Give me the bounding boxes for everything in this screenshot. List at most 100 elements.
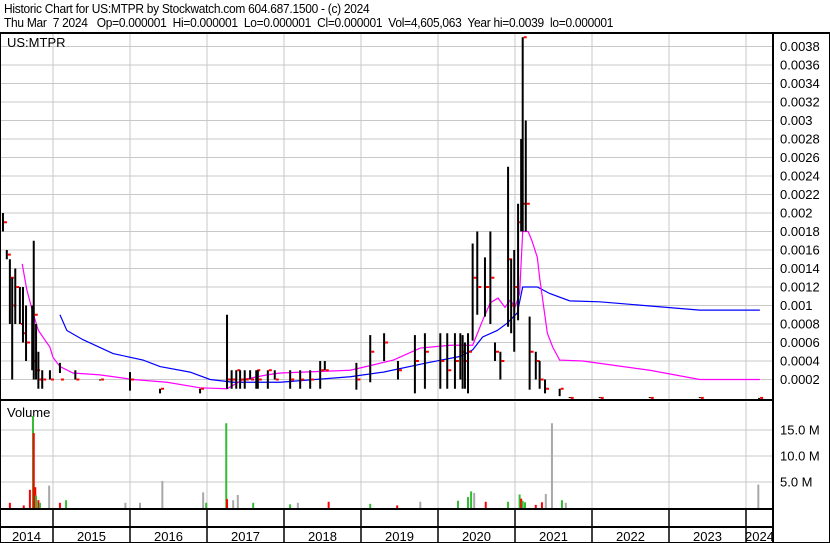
price-bar [446,333,449,389]
close-tick [415,360,419,362]
price-tick-label: 0.0012 [780,280,820,295]
price-bar [698,397,701,399]
volume-bar [369,503,372,508]
year-label: 2024 [745,529,774,543]
price-bar [299,370,302,389]
volume-tick-label: 5.0 M [780,475,813,490]
price-bar [483,257,486,317]
price-bar [319,361,322,389]
volume-bar [457,500,460,508]
close-tick [540,378,544,381]
volume-bar [139,502,142,508]
price-tick-label: 0.0028 [780,132,820,147]
price-bar [544,379,547,394]
close-tick [311,378,315,381]
price-pane-label: US:MTPR [7,35,66,50]
volume-bar [161,480,164,508]
volume-bar [8,502,11,508]
price-bar [309,370,312,389]
price-bar [266,370,269,389]
close-tick [301,378,305,381]
volume-bar [48,485,51,508]
close-tick [50,378,54,381]
close-tick [43,378,47,381]
price-bar [558,388,561,397]
price-bar [493,342,496,361]
close-tick [161,387,165,390]
volume-bar [28,489,31,508]
year-label: 2023 [693,529,722,543]
price-bar [226,314,229,389]
price-bar [461,335,464,389]
price-bar [369,335,372,383]
close-tick [473,276,477,279]
price-tick-label: 0.0036 [780,58,820,73]
year-label: 2022 [616,529,645,543]
close-tick [16,286,20,288]
volume-bar [470,491,473,508]
close-tick [241,378,245,381]
price-tick-label: 0.0002 [780,372,820,387]
price-tick-label: 0.0032 [780,95,820,110]
price-bar [534,351,537,380]
close-tick [495,350,499,353]
price-bar [58,362,61,374]
close-tick [491,276,495,279]
year-label: 2018 [308,529,337,543]
close-tick [700,396,704,399]
price-bar [396,361,399,380]
volume-bar [473,492,476,508]
price-bar [273,370,276,380]
price-bar [598,397,601,399]
price-bar [459,333,462,380]
close-tick [398,369,402,372]
volume-bar [564,502,567,508]
price-bar [507,166,510,327]
price-bar [510,259,513,334]
volume-bar [296,502,299,508]
price-bar [568,397,571,399]
close-tick [600,396,604,399]
close-tick [131,378,134,381]
close-tick [76,378,80,381]
long-moving-average-line [59,286,760,383]
volume-bar [202,492,205,508]
year-label: 2021 [539,529,568,543]
close-tick [650,396,654,399]
price-bar [235,370,238,389]
close-tick [251,378,255,381]
price-bar [48,370,51,380]
price-bar [476,231,479,315]
close-tick [60,378,64,381]
close-tick [357,378,361,381]
close-tick [3,221,7,224]
close-tick [258,378,262,381]
price-bar [517,203,520,321]
price-bar [8,259,11,324]
close-tick [570,396,574,399]
volume-bar [226,499,229,508]
close-tick [275,378,279,381]
price-bar [355,362,358,390]
price-bar [439,333,442,389]
price-tick-label: 0.0022 [780,187,820,202]
close-tick [469,350,473,353]
volume-bar [22,505,25,508]
close-tick [501,360,505,362]
volume-bar [757,484,760,508]
close-tick [448,369,452,372]
close-tick [385,341,389,344]
year-label: 2014 [12,529,41,543]
price-bar [35,324,38,380]
price-bar [489,231,492,324]
price-bar [5,250,8,260]
price-bar [467,333,470,394]
volume-bar [534,504,537,508]
volume-bar [540,502,543,508]
volume-pane-label: Volume [7,405,50,420]
volume-bar [550,423,553,508]
chart-frame [0,32,830,543]
close-tick [245,378,249,381]
close-tick [34,313,38,316]
price-bar [41,370,44,389]
